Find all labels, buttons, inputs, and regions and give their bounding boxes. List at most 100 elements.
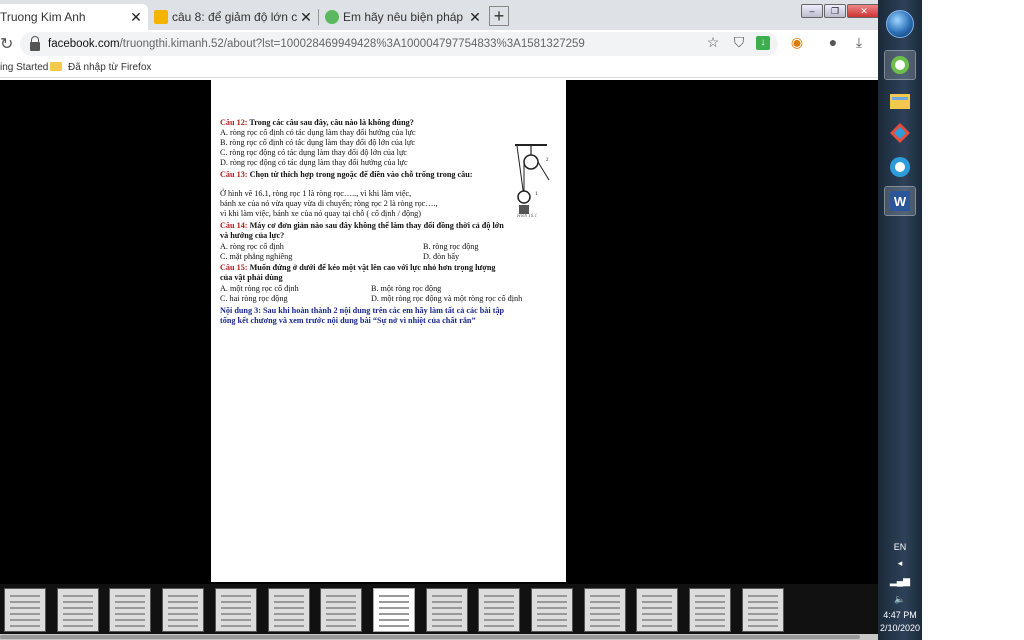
color-app-icon[interactable] xyxy=(884,118,916,148)
thumbnail[interactable] xyxy=(214,588,257,632)
q12-option-b: B. ròng rọc cố định có tác dụng làm thay… xyxy=(220,138,415,147)
thumbnail[interactable] xyxy=(4,588,46,632)
q15-question: Muốn đứng ở dưới để kéo một vật lên cao … xyxy=(247,263,496,272)
figure-label-1: 1 xyxy=(535,192,538,197)
q14-question: Máy cơ đơn giản nào sau đây không thể là… xyxy=(247,221,504,230)
download-icon[interactable]: ⤓ xyxy=(850,34,868,51)
blue-circle-app-icon[interactable] xyxy=(884,152,916,182)
close-tab-icon[interactable]: ✕ xyxy=(298,9,314,26)
bookmark-label: Đã nhập từ Firefox xyxy=(68,62,152,73)
folder-icon xyxy=(50,62,62,71)
account-icon[interactable]: ● xyxy=(824,34,842,50)
thumbnail[interactable] xyxy=(372,588,415,632)
q12-option-a: A. ròng rọc cố định có tác dụng làm thay… xyxy=(220,128,416,137)
toolbar: ↻ facebook.com/truongthi.kimanh.52/about… xyxy=(0,30,878,58)
q12-heading: Câu 12: Trong các câu sau đây, câu nào l… xyxy=(220,118,414,127)
scrollbar-thumb[interactable] xyxy=(0,635,860,639)
hoc24-icon xyxy=(154,10,168,24)
thumbnail[interactable] xyxy=(531,588,573,632)
thumbnail-strip xyxy=(0,584,878,634)
thumbnail[interactable] xyxy=(741,588,784,632)
document-page: Câu 12: Trong các câu sau đây, câu nào l… xyxy=(211,80,566,582)
shield-icon[interactable]: ⛉ xyxy=(730,34,748,51)
q13-heading: Câu 13: Chọn từ thích hợp trong ngoặc để… xyxy=(220,170,473,179)
thumbnail[interactable] xyxy=(162,588,205,632)
q13-line-1: Ở hình vẽ 16.1, ròng rọc 1 là ròng rọc….… xyxy=(220,189,412,198)
tab-title: Truong Kim Anh xyxy=(0,10,86,24)
horizontal-scrollbar[interactable] xyxy=(0,634,878,640)
q13-question: Chọn từ thích hợp trong ngoặc để điền và… xyxy=(247,170,473,179)
screen: { "browser": { "tabs": [ {"title": "Truo… xyxy=(0,0,1024,640)
tab-title: Em hãy nêu biện pháp phòng xyxy=(343,10,467,24)
q14-option-d: D. đòn bẩy xyxy=(423,252,460,261)
thumbnail[interactable] xyxy=(478,588,521,632)
window-controls: – ❐ ✕ xyxy=(800,4,881,18)
word-icon[interactable]: W xyxy=(884,186,916,216)
thumbnail[interactable] xyxy=(425,588,468,632)
q15-option-c: C. hai ròng rọc động xyxy=(220,294,288,303)
q14-option-c: C. mặt phẳng nghiêng xyxy=(220,252,293,261)
thumbnail[interactable] xyxy=(56,588,99,632)
taskbar-area: W EN ◂ ▂▄▆ 🔈 4:47 PM 2/10/2020 xyxy=(878,0,1024,640)
q14-option-b: B. ròng rọc động xyxy=(423,242,479,251)
q14-question-cont: và hướng của lực? xyxy=(220,231,285,240)
taskbar: W EN ◂ ▂▄▆ 🔈 4:47 PM 2/10/2020 xyxy=(878,0,922,640)
thumbnail[interactable] xyxy=(689,588,732,632)
file-explorer-icon[interactable] xyxy=(884,86,916,116)
360-browser-icon[interactable] xyxy=(884,50,916,80)
bookmark-folder-firefox[interactable]: Đã nhập từ Firefox xyxy=(50,62,151,73)
hoidap247-icon xyxy=(325,10,339,24)
thumbnail[interactable] xyxy=(320,588,363,632)
clock-time[interactable]: 4:47 PM xyxy=(878,610,922,620)
restore-button[interactable]: ❐ xyxy=(824,4,846,18)
q12-option-d: D. ròng rọc động có tác dụng làm thay đổ… xyxy=(220,158,408,167)
tab-title: câu 8: để giảm độ lớn của lực xyxy=(172,10,298,24)
content-3-line-2: tổng kết chương và xem trước nội dung bà… xyxy=(220,316,476,325)
q12-option-c: C. ròng rọc động có tác dụng làm thay đổ… xyxy=(220,148,408,157)
show-hidden-icons-icon[interactable]: ◂ xyxy=(878,558,922,569)
svg-text:W: W xyxy=(894,194,907,209)
tab-cau-8[interactable]: câu 8: để giảm độ lớn của lực ✕ xyxy=(148,4,318,30)
thumbnail[interactable] xyxy=(109,588,152,632)
tab-em-hay-neu[interactable]: Em hãy nêu biện pháp phòng ✕ xyxy=(319,4,487,30)
star-icon[interactable]: ☆ xyxy=(704,34,722,51)
close-tab-icon[interactable]: ✕ xyxy=(467,9,483,26)
tab-truong-kim-anh[interactable]: Truong Kim Anh ✕ xyxy=(0,4,148,30)
chrome-extension-icon[interactable]: ◉ xyxy=(788,34,806,51)
url-text: facebook.com/truongthi.kimanh.52/about?l… xyxy=(48,38,585,50)
q12-number: Câu 12: xyxy=(220,118,248,127)
q14-heading: Câu 14: Máy cơ đơn giản nào sau đây khôn… xyxy=(220,221,504,230)
start-orb-icon[interactable] xyxy=(886,10,914,38)
close-window-button[interactable]: ✕ xyxy=(847,4,881,18)
q12-question: Trong các câu sau đây, câu nào là không … xyxy=(247,118,414,127)
clock-date[interactable]: 2/10/2020 xyxy=(878,623,922,633)
volume-icon[interactable]: 🔈 xyxy=(878,594,922,605)
address-bar[interactable]: facebook.com/truongthi.kimanh.52/about?l… xyxy=(20,32,778,56)
q15-heading: Câu 15: Muốn đứng ở dưới để kéo một vật … xyxy=(220,263,495,272)
q15-option-a: A. một ròng rọc cố định xyxy=(220,284,299,293)
thumbnail[interactable] xyxy=(636,588,679,632)
url-host: facebook.com xyxy=(48,38,120,50)
minimize-button[interactable]: – xyxy=(801,4,823,18)
figure-label-2: 2 xyxy=(546,158,549,163)
thumbnail[interactable] xyxy=(583,588,626,632)
network-icon[interactable]: ▂▄▆ xyxy=(878,576,922,587)
content-3-line-1: Nội dung 3: Sau khi hoàn thành 2 nội dun… xyxy=(220,306,505,315)
bookmark-getting-started[interactable]: ing Started xyxy=(0,62,48,73)
close-tab-icon[interactable]: ✕ xyxy=(128,9,144,26)
new-tab-button[interactable]: + xyxy=(489,6,509,26)
lock-icon xyxy=(30,35,40,51)
language-indicator[interactable]: EN xyxy=(878,542,922,552)
photo-viewer: Câu 12: Trong các câu sau đây, câu nào l… xyxy=(0,80,878,582)
url-path: /truongthi.kimanh.52/about?lst=100028469… xyxy=(119,38,585,50)
q13-number: Câu 13: xyxy=(220,170,248,179)
thumbnail[interactable] xyxy=(267,588,310,632)
q13-line-3: vì khi làm việc, bánh xe của nó quay tại… xyxy=(220,209,421,218)
reload-icon[interactable]: ↻ xyxy=(0,34,13,54)
q14-number: Câu 14: xyxy=(220,221,248,230)
tab-bar: Truong Kim Anh ✕ câu 8: để giảm độ lớn c… xyxy=(0,0,881,30)
browser-chrome: Truong Kim Anh ✕ câu 8: để giảm độ lớn c… xyxy=(0,0,881,80)
download-extension-icon[interactable]: ↓ xyxy=(756,36,770,50)
pulley-figure xyxy=(515,144,550,214)
language-text: EN xyxy=(893,542,907,552)
